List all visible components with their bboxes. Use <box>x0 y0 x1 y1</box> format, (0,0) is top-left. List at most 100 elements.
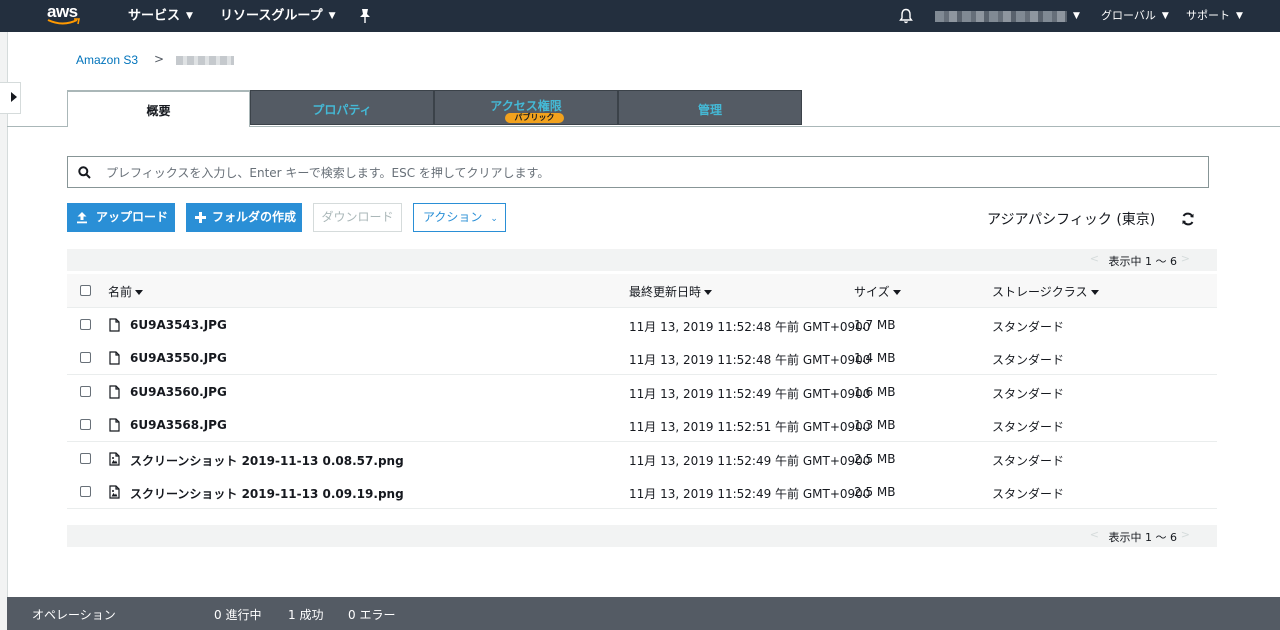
breadcrumb-amazon-s3[interactable]: Amazon S3 <box>76 53 138 67</box>
object-name-link[interactable]: 6U9A3550.JPG <box>130 351 227 365</box>
object-last-modified: 11月 13, 2019 11:52:49 午前 GMT+0900 <box>629 386 871 401</box>
table-row[interactable]: 6U9A3560.JPG 11月 13, 2019 11:52:49 午前 GMT… <box>67 374 1217 409</box>
sidebar-expand-button[interactable] <box>0 82 21 114</box>
image-file-icon <box>109 451 120 470</box>
file-icon <box>109 417 120 436</box>
row-checkbox[interactable] <box>80 319 91 330</box>
object-size: 2.5 MB <box>854 451 896 466</box>
column-header-size[interactable]: サイズ <box>854 283 901 300</box>
search-icon <box>78 166 91 179</box>
object-name-link[interactable]: スクリーンショット 2019-11-13 0.09.19.png <box>130 485 404 502</box>
prefix-search-box <box>67 156 1209 188</box>
refresh-icon[interactable] <box>1181 212 1195 226</box>
object-last-modified: 11月 13, 2019 11:52:49 午前 GMT+0900 <box>629 487 871 501</box>
object-storage-class: スタンダード <box>992 386 1065 401</box>
download-button-label: ダウンロード <box>321 210 394 224</box>
create-folder-button[interactable]: フォルダの作成 <box>186 203 302 232</box>
region-global-menu[interactable]: グローバル ▼ <box>1101 0 1169 32</box>
table-row[interactable]: 6U9A3550.JPG 11月 13, 2019 11:52:48 午前 GMT… <box>67 341 1217 376</box>
object-size: 1.3 MB <box>854 418 896 433</box>
object-name-link[interactable]: 6U9A3568.JPG <box>130 418 227 432</box>
row-checkbox[interactable] <box>80 352 91 364</box>
column-header-storage-class-label: ストレージクラス <box>992 285 1088 299</box>
column-header-modified-label: 最終更新日時 <box>629 285 702 299</box>
pagination-prev-button[interactable]: < <box>1090 528 1099 541</box>
file-icon <box>109 350 120 369</box>
row-checkbox[interactable] <box>80 486 91 497</box>
operations-status-bar[interactable]: オペレーション 0 進行中 1 成功 0 エラー <box>7 597 1280 630</box>
pin-icon[interactable] <box>358 8 372 24</box>
pagination-prev-button[interactable]: < <box>1090 252 1099 265</box>
actions-dropdown[interactable]: アクション ⌄ <box>413 203 506 232</box>
bell-icon[interactable] <box>899 8 913 24</box>
object-name-link[interactable]: 6U9A3560.JPG <box>130 385 227 399</box>
upload-icon <box>77 212 87 224</box>
tab-overview[interactable]: 概要 <box>67 90 250 127</box>
pagination-top: < 表示中 1 〜 6 > <box>67 249 1217 271</box>
row-checkbox[interactable] <box>80 419 91 431</box>
region-global-label: グローバル <box>1101 9 1156 22</box>
public-badge: パブリック <box>505 113 564 123</box>
object-name-link[interactable]: 6U9A3543.JPG <box>130 318 227 332</box>
tab-overview-label: 概要 <box>146 104 171 118</box>
download-button[interactable]: ダウンロード <box>313 203 402 232</box>
table-row[interactable]: スクリーンショット 2019-11-13 0.08.57.png 11月 13, … <box>67 441 1217 476</box>
operations-in-progress: 0 進行中 <box>214 608 262 622</box>
sort-caret-icon <box>1090 290 1099 295</box>
actions-dropdown-label: アクション <box>423 210 483 224</box>
pagination-range-label: 表示中 1 〜 6 <box>1108 255 1178 268</box>
create-folder-button-label: フォルダの作成 <box>212 210 297 224</box>
left-side-rail <box>0 32 8 630</box>
tab-permissions[interactable]: アクセス権限 パブリック <box>434 90 618 125</box>
table-row[interactable]: 6U9A3543.JPG 11月 13, 2019 11:52:48 午前 GMT… <box>67 308 1217 342</box>
image-file-icon <box>109 484 120 503</box>
top-navigation-bar: aws サービス ▼ リソースグループ ▼ ▼ グローバル ▼ サポート ▼ <box>0 0 1280 32</box>
chevron-down-icon[interactable]: ▼ <box>1073 0 1080 32</box>
breadcrumb-separator: > <box>154 52 165 66</box>
tab-management[interactable]: 管理 <box>618 90 802 125</box>
object-last-modified: 11月 13, 2019 11:52:48 午前 GMT+0900 <box>629 353 871 368</box>
column-header-modified[interactable]: 最終更新日時 <box>629 283 713 300</box>
resource-groups-menu[interactable]: リソースグループ ▼ <box>220 0 336 32</box>
services-menu-label: サービス <box>128 8 181 24</box>
chevron-down-icon: ▼ <box>328 11 336 21</box>
services-menu[interactable]: サービス ▼ <box>128 0 193 32</box>
pagination-next-button[interactable]: > <box>1181 252 1190 265</box>
tab-properties-label: プロパティ <box>312 103 372 117</box>
support-menu[interactable]: サポート ▼ <box>1186 0 1243 32</box>
column-header-storage-class[interactable]: ストレージクラス <box>992 283 1099 300</box>
object-size: 1.4 MB <box>854 351 896 366</box>
object-size: 1.6 MB <box>854 384 896 399</box>
table-row[interactable]: スクリーンショット 2019-11-13 0.09.19.png 11月 13, … <box>67 475 1217 509</box>
row-checkbox[interactable] <box>80 385 91 397</box>
pagination-next-button[interactable]: > <box>1181 528 1190 541</box>
operations-label: オペレーション <box>32 608 116 622</box>
object-storage-class: スタンダード <box>992 353 1065 368</box>
search-input[interactable] <box>104 162 1198 184</box>
breadcrumb-bucket-name-redacted <box>176 56 234 65</box>
operations-success: 1 成功 <box>288 608 324 622</box>
tab-properties[interactable]: プロパティ <box>250 90 434 125</box>
sort-caret-icon <box>135 290 144 295</box>
account-name-redacted[interactable] <box>935 11 1067 22</box>
object-name-link[interactable]: スクリーンショット 2019-11-13 0.08.57.png <box>130 452 404 469</box>
tab-permissions-label: アクセス権限 <box>490 99 562 113</box>
select-all-checkbox[interactable] <box>80 285 91 296</box>
object-last-modified: 11月 13, 2019 11:52:51 午前 GMT+0900 <box>629 420 871 435</box>
aws-logo[interactable]: aws <box>47 3 87 29</box>
caret-right-icon <box>11 92 17 102</box>
chevron-down-icon: ▼ <box>1161 11 1169 21</box>
operations-error: 0 エラー <box>348 608 396 622</box>
object-storage-class: スタンダード <box>992 487 1065 501</box>
upload-button[interactable]: アップロード <box>67 203 175 232</box>
column-header-size-label: サイズ <box>854 285 890 299</box>
object-storage-class: スタンダード <box>992 420 1065 435</box>
file-icon <box>109 317 120 336</box>
sort-caret-icon <box>892 290 901 295</box>
column-header-name[interactable]: 名前 <box>108 283 144 300</box>
row-checkbox[interactable] <box>80 452 91 464</box>
objects-table-header: 名前 最終更新日時 サイズ ストレージクラス <box>67 274 1217 308</box>
upload-button-label: アップロード <box>96 210 169 224</box>
object-storage-class: スタンダード <box>992 320 1065 334</box>
table-row[interactable]: 6U9A3568.JPG 11月 13, 2019 11:52:51 午前 GMT… <box>67 408 1217 443</box>
